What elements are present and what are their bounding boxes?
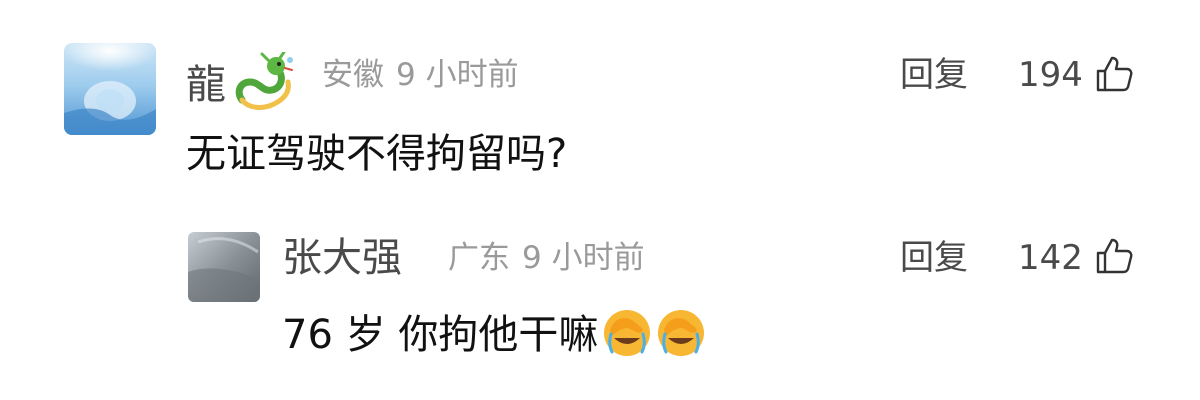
like-count: 194: [1018, 55, 1083, 95]
comment-item: 龍 安徽 9 小时前 回复 194 无证驾驶不得拘留吗?: [0, 0, 1200, 200]
avatar[interactable]: [64, 43, 156, 135]
face-palm-crying-icon: [658, 310, 705, 356]
timestamp: 9 小时前: [522, 240, 645, 276]
timestamp: 9 小时前: [396, 57, 519, 93]
thumbs-up-icon[interactable]: [1095, 55, 1133, 93]
location: 安徽: [322, 57, 384, 93]
comment-text-body: 76 岁 你拘他干嘛: [282, 312, 599, 358]
comment-meta: 广东 9 小时前: [448, 238, 645, 278]
reply-item: 张大强 广东 9 小时前 回复 142 76 岁 你拘他干嘛: [0, 200, 1200, 400]
comment-meta: 安徽 9 小时前: [322, 55, 519, 95]
location: 广东: [448, 240, 510, 276]
face-palm-crying-icon: [604, 310, 651, 356]
dragon-icon: [235, 52, 293, 110]
avatar-image: [188, 232, 260, 302]
reply-button[interactable]: 回复: [900, 53, 968, 97]
username[interactable]: 张大强: [282, 234, 402, 282]
avatar[interactable]: [188, 232, 260, 302]
avatar-image: [64, 43, 156, 135]
thumbs-up-icon[interactable]: [1095, 237, 1133, 275]
username[interactable]: 龍: [186, 52, 294, 112]
comment-text: 无证驾驶不得拘留吗?: [186, 131, 568, 177]
reply-button[interactable]: 回复: [900, 236, 968, 280]
username-text[interactable]: 龍: [186, 62, 226, 108]
like-count: 142: [1018, 238, 1083, 278]
comment-text: 76 岁 你拘他干嘛: [282, 308, 706, 361]
